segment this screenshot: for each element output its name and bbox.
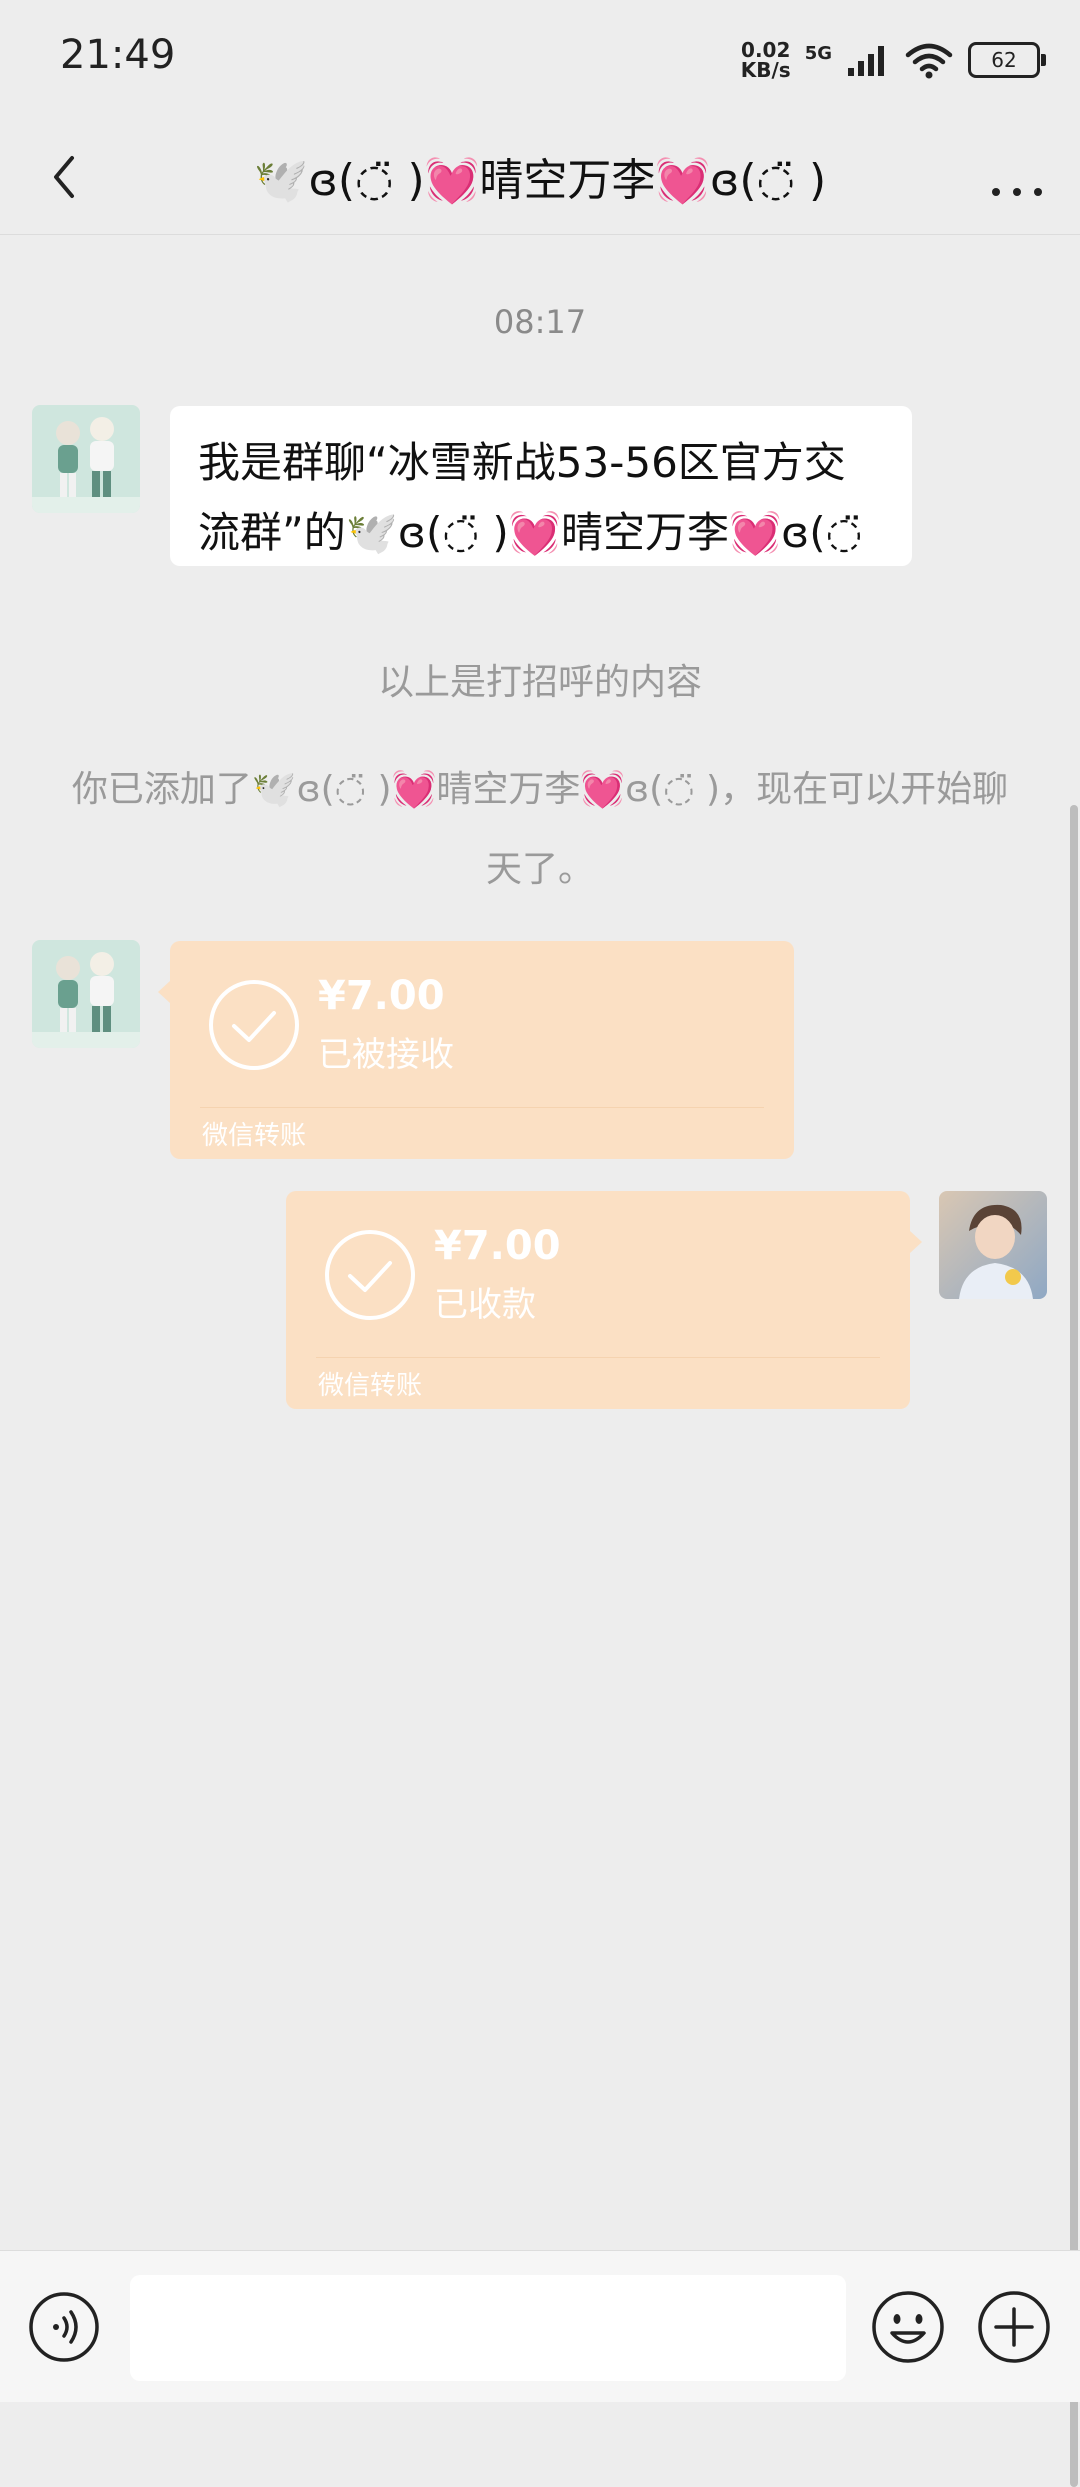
chat-title: 🕊️ɞ(◌̈ )💓晴空万李💓ɞ(◌̈ ) bbox=[253, 155, 827, 206]
message-input-bar bbox=[0, 2250, 1080, 2402]
status-indicators: 0.02 KB/s 5G 62 bbox=[741, 36, 1046, 84]
couple-avatar-image bbox=[32, 940, 140, 1048]
transfer-status: 已被接收 bbox=[318, 1035, 454, 1075]
network-type: 5G bbox=[804, 42, 832, 64]
more-dots-icon bbox=[992, 188, 1042, 196]
network-speed: 0.02 KB/s bbox=[741, 40, 791, 80]
emoji-icon bbox=[872, 2291, 944, 2363]
battery-level: 62 bbox=[991, 48, 1017, 72]
transfer-status: 已收款 bbox=[434, 1285, 536, 1325]
couple-avatar-image bbox=[32, 405, 140, 513]
transfer-card-received[interactable]: ¥7.00 已收款 微信转账 bbox=[286, 1191, 922, 1409]
greeting-message-text: 我是群聊“冰雪新战53-56区官方交流群”的🕊️ɞ(◌̈ )💓晴空万李💓ɞ(◌̈ bbox=[198, 438, 863, 557]
chat-message-list[interactable]: 08:17 我是群聊“冰雪新战53-56区官方交流群”的🕊️ɞ(◌̈ )💓晴空万… bbox=[0, 235, 1080, 2487]
transfer-footer-label: 微信转账 bbox=[318, 1371, 423, 1401]
contact-avatar[interactable] bbox=[32, 940, 140, 1048]
more-options-button[interactable] bbox=[982, 144, 1052, 214]
emoji-button[interactable] bbox=[870, 2289, 946, 2365]
more-functions-button[interactable] bbox=[976, 2289, 1052, 2365]
my-avatar[interactable] bbox=[939, 1191, 1047, 1299]
signal-icon bbox=[848, 46, 884, 76]
voice-icon bbox=[29, 2292, 99, 2362]
message-timestamp: 08:17 bbox=[493, 303, 587, 341]
greeting-message-bubble[interactable]: 我是群聊“冰雪新战53-56区官方交流群”的🕊️ɞ(◌̈ )💓晴空万李💓ɞ(◌̈ bbox=[170, 406, 912, 566]
chevron-left-icon bbox=[54, 156, 74, 198]
transfer-amount: ¥7.00 bbox=[318, 973, 445, 1019]
wifi-icon bbox=[905, 43, 953, 79]
transfer-footer-label: 微信转账 bbox=[202, 1121, 307, 1151]
transfer-amount: ¥7.00 bbox=[434, 1223, 561, 1269]
transfer-card-accepted[interactable]: ¥7.00 已被接收 微信转账 bbox=[158, 941, 794, 1159]
check-circle-icon bbox=[209, 980, 299, 1070]
boy-avatar-image bbox=[939, 1191, 1047, 1299]
back-button[interactable] bbox=[36, 142, 106, 212]
network-speed-unit: KB/s bbox=[740, 58, 791, 82]
status-bar: 21:49 0.02 KB/s 5G 62 bbox=[0, 0, 1080, 120]
chat-header: 🕊️ɞ(◌̈ )💓晴空万李💓ɞ(◌̈ ) bbox=[0, 120, 1080, 235]
voice-button[interactable] bbox=[28, 2291, 100, 2363]
greeting-system-note: 以上是打招呼的内容 bbox=[377, 662, 702, 703]
status-time: 21:49 bbox=[60, 32, 176, 78]
transfer-divider bbox=[316, 1357, 880, 1358]
friend-added-system-note: 你已添加了🕊️ɞ(◌̈ )💓晴空万李💓ɞ(◌̈ )，现在可以开始聊天了。 bbox=[71, 769, 1009, 890]
transfer-divider bbox=[200, 1107, 764, 1108]
check-circle-icon bbox=[325, 1230, 415, 1320]
plus-circle-icon bbox=[978, 2291, 1050, 2363]
chat-scrollbar[interactable] bbox=[1070, 805, 1078, 2487]
contact-avatar[interactable] bbox=[32, 405, 140, 513]
network-speed-value: 0.02 bbox=[741, 38, 791, 62]
message-input[interactable] bbox=[130, 2275, 846, 2381]
battery-indicator: 62 bbox=[968, 42, 1046, 78]
